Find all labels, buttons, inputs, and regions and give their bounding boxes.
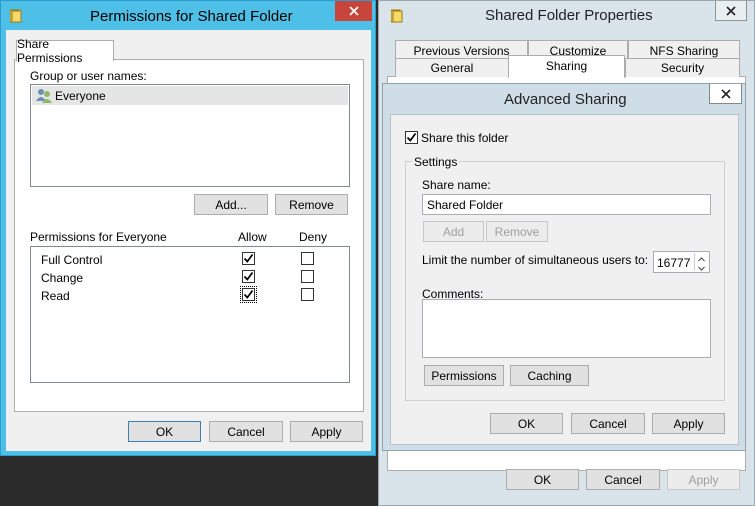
- advanced-sharing-apply-button[interactable]: Apply: [652, 413, 725, 434]
- allow-checkbox-change[interactable]: [242, 270, 255, 283]
- tab-security[interactable]: Security: [625, 58, 740, 77]
- comments-input[interactable]: [422, 299, 711, 358]
- remove-user-button[interactable]: Remove: [275, 194, 348, 215]
- checkmark-icon: [406, 132, 417, 142]
- users-group-icon: [36, 88, 52, 104]
- advanced-sharing-title: Advanced Sharing: [504, 91, 627, 108]
- properties-cancel-button[interactable]: Cancel: [586, 469, 660, 490]
- user-limit-value: 16777: [657, 256, 691, 270]
- share-name-remove-button[interactable]: Remove: [486, 221, 548, 242]
- advanced-sharing-cancel-button[interactable]: Cancel: [571, 413, 645, 434]
- tab-nfs-sharing[interactable]: NFS Sharing: [628, 40, 740, 60]
- permissions-for-label: Permissions for Everyone: [30, 230, 167, 244]
- permissions-window: Permissions for Shared Folder Share Perm…: [0, 0, 376, 456]
- advanced-sharing-ok-button[interactable]: OK: [490, 413, 563, 434]
- permission-name: Full Control: [41, 253, 103, 267]
- permission-name: Change: [41, 271, 84, 285]
- deny-header: Deny: [299, 230, 328, 244]
- close-icon: [348, 6, 359, 16]
- user-name: Everyone: [55, 89, 106, 103]
- tab-share-permissions[interactable]: Share Permissions: [16, 37, 114, 65]
- properties-title: Shared Folder Properties: [485, 7, 653, 24]
- permissions-ok-button[interactable]: OK: [128, 421, 201, 442]
- tab-general[interactable]: General: [395, 58, 509, 77]
- settings-group-label: Settings: [412, 155, 460, 169]
- tab-sharing[interactable]: Sharing: [508, 55, 625, 78]
- add-user-button[interactable]: Add...: [194, 194, 268, 215]
- close-icon: [726, 5, 736, 16]
- deny-checkbox-full-control[interactable]: [301, 252, 314, 265]
- stepper-down-icon[interactable]: [694, 262, 708, 271]
- folder-icon: [9, 9, 22, 23]
- allow-checkbox-read[interactable]: [240, 286, 257, 303]
- group-names-label: Group or user names:: [30, 69, 147, 83]
- permissions-cancel-button[interactable]: Cancel: [209, 421, 283, 442]
- close-icon: [720, 88, 731, 99]
- share-folder-label[interactable]: Share this folder: [421, 131, 508, 145]
- permissions-button[interactable]: Permissions: [424, 365, 504, 386]
- permissions-apply-button[interactable]: Apply: [290, 421, 363, 442]
- share-name-add-button[interactable]: Add: [423, 221, 484, 242]
- allow-checkbox-full-control[interactable]: [242, 252, 255, 265]
- share-name-value: Shared Folder: [427, 198, 504, 212]
- deny-checkbox-read[interactable]: [301, 288, 314, 301]
- share-name-input[interactable]: Shared Folder: [422, 194, 711, 215]
- properties-close-button[interactable]: [715, 1, 747, 21]
- stepper-up-icon[interactable]: [694, 253, 708, 262]
- advanced-sharing-window: Advanced Sharing Share this folder Setti…: [382, 83, 746, 451]
- advanced-sharing-client: Share this folder Settings Share name: S…: [390, 114, 739, 445]
- list-item[interactable]: Everyone: [32, 86, 348, 105]
- user-limit-stepper[interactable]: 16777: [653, 251, 710, 273]
- checkmark-icon: [243, 289, 254, 299]
- permissions-listbox: Full Control Change Read: [30, 246, 350, 383]
- checkmark-icon: [243, 271, 254, 281]
- permission-name: Read: [41, 289, 70, 303]
- share-folder-checkbox[interactable]: [405, 131, 418, 144]
- user-limit-label: Limit the number of simultaneous users t…: [422, 253, 649, 267]
- permissions-client: Share Permissions Group or user names: E…: [6, 30, 371, 451]
- users-listbox[interactable]: Everyone: [30, 84, 350, 187]
- permissions-title: Permissions for Shared Folder: [90, 8, 293, 25]
- deny-checkbox-change[interactable]: [301, 270, 314, 283]
- folder-icon: [390, 9, 403, 23]
- advanced-sharing-close-button[interactable]: [709, 84, 742, 104]
- properties-ok-button[interactable]: OK: [506, 469, 579, 490]
- properties-apply-button[interactable]: Apply: [667, 469, 740, 490]
- allow-header: Allow: [238, 230, 267, 244]
- share-name-label: Share name:: [422, 178, 491, 192]
- caching-button[interactable]: Caching: [510, 365, 589, 386]
- permissions-close-button[interactable]: [335, 1, 372, 21]
- checkmark-icon: [243, 253, 254, 263]
